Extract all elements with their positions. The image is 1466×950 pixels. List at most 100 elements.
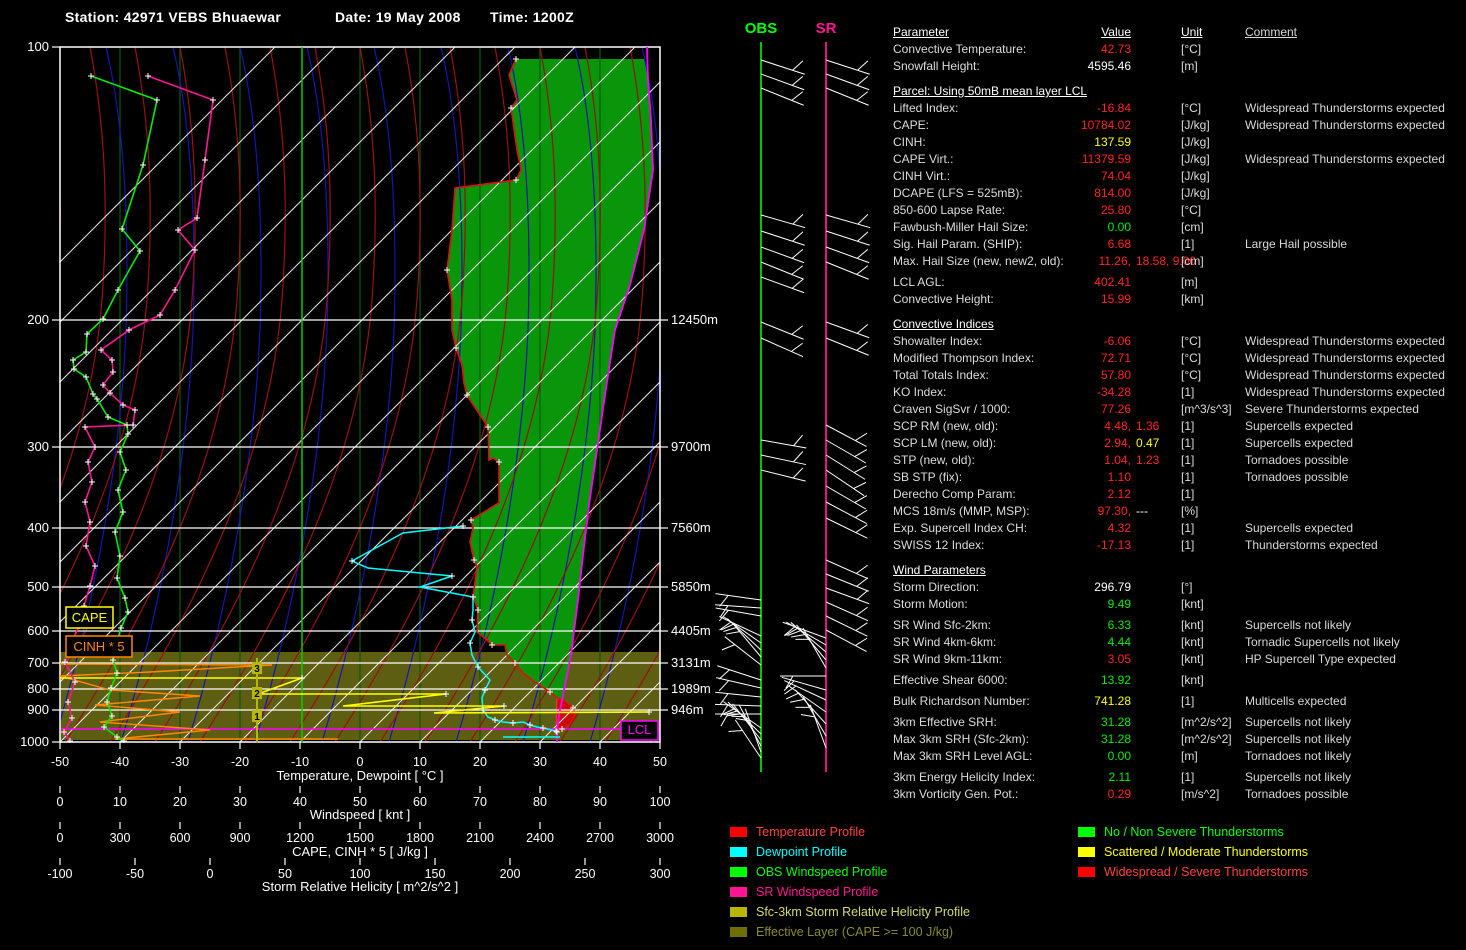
param-value-2 (1131, 384, 1171, 401)
altitude-label: 12450m (671, 312, 718, 327)
axis-title: CAPE, CINH * 5 [ J/kg ] (292, 844, 428, 859)
table-row: DCAPE (LFS = 525mB):814.00[J/kg] (893, 185, 1465, 202)
param-unit: [m^2/s^2] (1171, 714, 1237, 731)
param-unit: [°C] (1171, 367, 1237, 384)
param-unit: [1] (1171, 236, 1237, 253)
axis-tick-label: 70 (473, 795, 487, 809)
axis-tick-label: 250 (575, 867, 596, 881)
table-row: Derecho Comp Param:2.12[1] (893, 486, 1465, 503)
table-section-header: Convective Indices (893, 316, 1465, 333)
param-value-2 (1131, 202, 1171, 219)
param-comment (1237, 503, 1465, 520)
param-comment (1237, 41, 1465, 58)
param-label: 3km Vorticity Gen. Pot.: (893, 786, 1073, 803)
param-unit: [1] (1171, 537, 1237, 554)
param-unit: [°] (1171, 579, 1237, 596)
table-row: SCP RM (new, old):4.48,1.36[1]Supercells… (893, 418, 1465, 435)
param-value-2: 0.47 (1131, 435, 1171, 452)
param-value: 31.28 (1073, 731, 1131, 748)
param-comment: HP Supercell Type expected (1237, 651, 1465, 668)
param-value: 402.41 (1073, 274, 1131, 291)
altitude-label: 9700m (671, 439, 711, 454)
param-comment (1237, 134, 1465, 151)
param-comment: Severe Thunderstorms expected (1237, 401, 1465, 418)
param-value: 31.28 (1073, 714, 1131, 731)
param-value: 97.30, (1073, 503, 1131, 520)
table-row: Convective Height:15.99[km] (893, 291, 1465, 308)
axis-tick-label: -50 (126, 867, 144, 881)
skewt-grid (0, 47, 890, 742)
param-value: 0.00 (1073, 219, 1131, 236)
legend-label: Effective Layer (CAPE >= 100 J/kg) (756, 925, 953, 939)
param-value-2 (1131, 579, 1171, 596)
table-row: Total Totals Index:57.80[°C]Widespread T… (893, 367, 1465, 384)
profile-legend: Temperature ProfileDewpoint ProfileOBS W… (730, 822, 970, 942)
param-label: SR Wind Sfc-2km: (893, 617, 1073, 634)
param-value-2: 1.36 (1131, 418, 1171, 435)
table-row: Craven SigSvr / 1000:77.26[m^3/s^3]Sever… (893, 401, 1465, 418)
altitude-label: 946m (671, 702, 704, 717)
km-marker: 2 (254, 689, 260, 700)
table-row: Storm Direction:296.79[°] (893, 579, 1465, 596)
param-label: CAPE: (893, 117, 1073, 134)
param-label: CINH Virt.: (893, 168, 1073, 185)
table-row: STP (new, old):1.04,1.23[1]Tornadoes pos… (893, 452, 1465, 469)
param-comment (1237, 596, 1465, 613)
skewt-diagram: CAPECINH * 5LCL321 100200300400500600700… (0, 0, 890, 950)
table-row: SR Wind 4km-6km:4.44[knt]Tornadic Superc… (893, 634, 1465, 651)
legend-swatch (1078, 827, 1095, 837)
km-marker: 3 (254, 664, 260, 675)
param-value-2 (1131, 350, 1171, 367)
axis-tick-label: 10 (113, 795, 127, 809)
table-row: Lifted Index:-16.84[°C]Widespread Thunde… (893, 100, 1465, 117)
pressure-tick-label: 100 (27, 39, 49, 54)
param-value: 3.05 (1073, 651, 1131, 668)
param-comment (1237, 274, 1465, 291)
legend-label: Temperature Profile (756, 825, 865, 839)
axis-tick-label: 0 (57, 831, 64, 845)
param-value-2: 18.58, 9.00 (1131, 253, 1171, 270)
table-row: Max. Hail Size (new, new2, old):11.26,18… (893, 253, 1465, 270)
pressure-tick-label: 300 (27, 439, 49, 454)
param-comment: Tornadoes possible (1237, 452, 1465, 469)
param-comment (1237, 219, 1465, 236)
axis-tick-label: 2100 (466, 831, 494, 845)
param-unit: [J/kg] (1171, 117, 1237, 134)
param-label: 3km Energy Helicity Index: (893, 769, 1073, 786)
table-row: Convective Temperature:42.73[°C] (893, 41, 1465, 58)
param-label: 850-600 Lapse Rate: (893, 202, 1073, 219)
axis-tick-label: 600 (170, 831, 191, 845)
param-value: 57.80 (1073, 367, 1131, 384)
obs-column-label: OBS (745, 20, 778, 37)
param-value-2 (1131, 151, 1171, 168)
table-row: SWISS 12 Index:-17.13[1]Thunderstorms ex… (893, 537, 1465, 554)
param-unit: [m^2/s^2] (1171, 731, 1237, 748)
table-header-row: ParameterValueUnitComment (893, 24, 1465, 41)
param-label: Exp. Supercell Index CH: (893, 520, 1073, 537)
table-row: SR Wind 9km-11km:3.05[knt]HP Supercell T… (893, 651, 1465, 668)
param-comment (1237, 202, 1465, 219)
param-value: 4.44 (1073, 634, 1131, 651)
param-label: Storm Direction: (893, 579, 1073, 596)
param-value-2: --- (1131, 503, 1171, 520)
table-row: 3km Effective SRH:31.28[m^2/s^2]Supercel… (893, 714, 1465, 731)
lcl-label: LCL (628, 722, 652, 737)
axis-tick-label: 10 (413, 755, 427, 769)
legend-swatch (1078, 867, 1095, 877)
param-value-2 (1131, 672, 1171, 689)
param-value: 2.12 (1073, 486, 1131, 503)
param-label: Storm Motion: (893, 596, 1073, 613)
param-value: 2.94, (1073, 435, 1131, 452)
param-value-2 (1131, 769, 1171, 786)
param-comment: Supercells not likely (1237, 714, 1465, 731)
param-value-2 (1131, 367, 1171, 384)
axis-tick-label: -50 (51, 755, 69, 769)
param-label: SCP RM (new, old): (893, 418, 1073, 435)
param-value-2 (1131, 117, 1171, 134)
axis-tick-label: 90 (593, 795, 607, 809)
table-row: Sig. Hail Param. (SHIP):6.68[1]Large Hai… (893, 236, 1465, 253)
param-label: Fawbush-Miller Hail Size: (893, 219, 1073, 236)
param-comment: Widespread Thunderstorms expected (1237, 350, 1465, 367)
legend-item: OBS Windspeed Profile (730, 862, 970, 882)
legend-swatch (730, 867, 747, 877)
